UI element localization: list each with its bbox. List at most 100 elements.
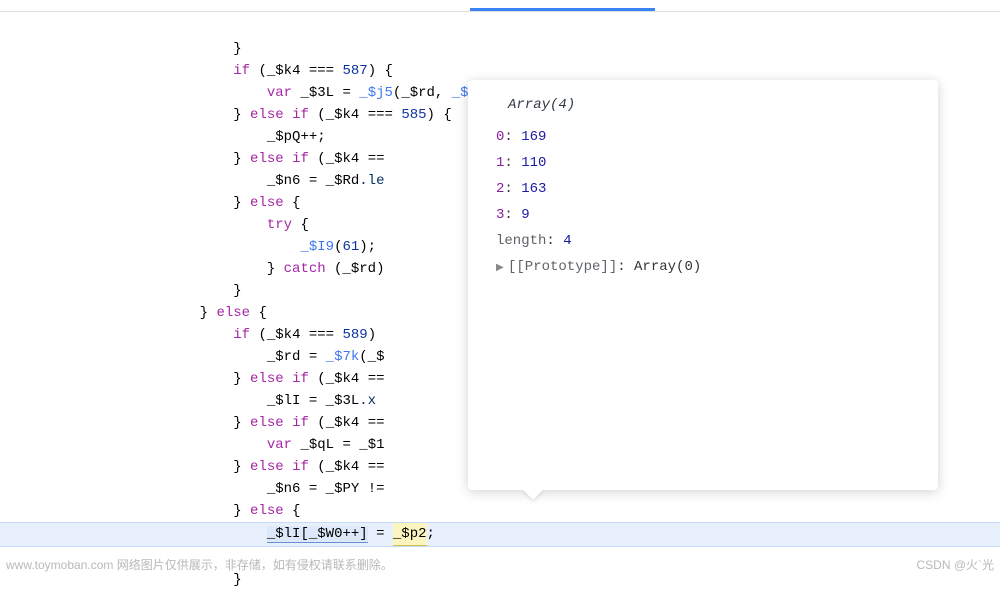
operator: === — [309, 63, 334, 79]
footer-left-text: www.toymoban.com 网络图片仅供展示，非存储，如有侵权请联系删除。 — [6, 556, 393, 573]
code-line[interactable]: } else { — [0, 503, 300, 519]
identifier: _$pQ — [267, 129, 301, 145]
identifier: _$k4 — [326, 459, 360, 475]
page-footer: www.toymoban.com 网络图片仅供展示，非存储，如有侵权请联系删除。… — [6, 556, 994, 573]
function-call: _$j5 — [359, 85, 393, 101]
keyword-else: else — [250, 195, 284, 211]
operator: == — [368, 459, 385, 475]
operator: == — [368, 151, 385, 167]
property: .le — [359, 173, 384, 189]
identifier: _$n6 — [267, 173, 301, 189]
entry-key: 1 — [496, 155, 504, 171]
keyword-if: if — [233, 327, 250, 343]
identifier: _$W0 — [309, 526, 343, 542]
keyword-var: var — [267, 437, 292, 453]
keyword-if: if — [292, 151, 309, 167]
property: .x — [359, 393, 376, 409]
function-call: _$I9 — [300, 239, 334, 255]
value-inspector-tooltip[interactable]: Array(4) 0: 169 1: 110 2: 163 3: 9 lengt… — [468, 80, 938, 490]
identifier: _$ — [368, 349, 385, 365]
tooltip-entry[interactable]: 0: 169 — [486, 124, 920, 150]
identifier: _$3L — [300, 85, 334, 101]
entry-key: 0 — [496, 129, 504, 145]
hover-token-array[interactable]: _$lI[_$W0++] — [267, 526, 368, 543]
paused-execution-line[interactable]: _$lI[_$W0++] = _$p2; — [0, 522, 1000, 547]
editor-top-bar — [0, 0, 1000, 12]
keyword-else: else — [250, 371, 284, 387]
keyword-else: else — [250, 459, 284, 475]
identifier: _$rd — [267, 349, 301, 365]
identifier: _$k4 — [326, 415, 360, 431]
tooltip-entry[interactable]: 3: 9 — [486, 202, 920, 228]
code-line[interactable]: if (_$k4 === 589) — [0, 327, 376, 343]
code-line[interactable]: _$n6 = _$PY != — [0, 481, 385, 497]
identifier: _$Rd — [326, 173, 360, 189]
number-literal: 589 — [343, 327, 368, 343]
keyword-else: else — [250, 503, 284, 519]
code-line[interactable]: try { — [0, 217, 309, 233]
keyword-try: try — [267, 217, 292, 233]
tooltip-entry[interactable]: 1: 110 — [486, 150, 920, 176]
operator: == — [368, 415, 385, 431]
identifier: _$p2 — [393, 526, 427, 542]
code-line[interactable]: } else if (_$k4 === 585) { — [0, 107, 452, 123]
code-line[interactable]: _$n6 = _$Rd.le — [0, 173, 385, 189]
code-line[interactable]: } — [0, 283, 242, 299]
tooltip-title: Array(4) — [486, 92, 920, 118]
code-line[interactable]: _$pQ++; — [0, 129, 326, 145]
number-literal: 61 — [342, 239, 359, 255]
keyword-if: if — [292, 415, 309, 431]
expand-triangle-icon[interactable]: ▶ — [496, 256, 506, 282]
entry-key: 2 — [496, 181, 504, 197]
code-line[interactable]: _$I9(61); — [0, 239, 376, 255]
code-line[interactable]: } else if (_$k4 == — [0, 371, 385, 387]
identifier: _$k4 — [267, 327, 301, 343]
code-line[interactable]: } else if (_$k4 == — [0, 415, 385, 431]
tooltip-entry[interactable]: 2: 163 — [486, 176, 920, 202]
identifier: _$3L — [326, 393, 360, 409]
identifier: _$qL — [300, 437, 334, 453]
code-line[interactable]: } catch (_$rd) — [0, 261, 384, 277]
entry-value: 163 — [521, 181, 546, 197]
keyword-if: if — [292, 371, 309, 387]
length-label: length — [496, 233, 546, 249]
keyword-if: if — [233, 63, 250, 79]
identifier: _$k4 — [267, 63, 301, 79]
code-line[interactable]: } else if (_$k4 == — [0, 459, 385, 475]
entry-value: 9 — [521, 207, 529, 223]
number-literal: 587 — [343, 63, 368, 79]
number-literal: 585 — [401, 107, 426, 123]
identifier: _$k4 — [326, 151, 360, 167]
identifier: _$n6 — [267, 481, 301, 497]
identifier: _$PY — [326, 481, 360, 497]
tooltip-prototype[interactable]: ▶[[Prototype]]: Array(0) — [486, 254, 920, 282]
operator: ++; — [300, 129, 325, 145]
hovered-variable[interactable]: _$p2 — [393, 523, 427, 546]
code-line[interactable]: var _$qL = _$1 — [0, 437, 385, 453]
code-line[interactable]: _$rd = _$7k(_$ — [0, 349, 385, 365]
prototype-label: [[Prototype]] — [508, 259, 617, 275]
identifier: _$1 — [359, 437, 384, 453]
keyword-else: else — [250, 107, 284, 123]
code-line[interactable]: } else { — [0, 195, 300, 211]
identifier: _$k4 — [326, 107, 360, 123]
code-line[interactable]: } else { — [0, 305, 267, 321]
identifier: _$rd — [342, 261, 376, 277]
code-line[interactable]: } — [0, 572, 242, 588]
identifier: _$k4 — [326, 371, 360, 387]
code-line[interactable]: _$lI = _$3L.x — [0, 393, 376, 409]
keyword-var: var — [267, 85, 292, 101]
keyword-else: else — [250, 415, 284, 431]
code-line[interactable]: } — [0, 41, 242, 57]
semicolon: ; — [427, 526, 435, 542]
code-line[interactable]: if (_$k4 === 587) { — [0, 63, 393, 79]
code-line[interactable]: } else if (_$k4 == — [0, 151, 385, 167]
entry-key: 3 — [496, 207, 504, 223]
tooltip-length[interactable]: length: 4 — [486, 228, 920, 254]
entry-value: 110 — [521, 155, 546, 171]
operator: == — [368, 371, 385, 387]
identifier: _$lI — [267, 526, 301, 542]
keyword-if: if — [292, 459, 309, 475]
operator: != — [368, 481, 385, 497]
length-value: 4 — [563, 233, 571, 249]
